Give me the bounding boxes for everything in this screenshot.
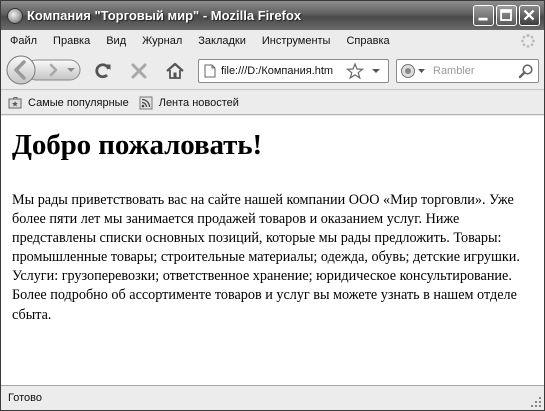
- status-bar: Готово: [1, 385, 544, 410]
- address-bar[interactable]: file:///D:/Компания.htm: [198, 59, 389, 83]
- browser-window: Компания "Торговый мир" - Mozilla Firefo…: [0, 0, 545, 411]
- minimize-button[interactable]: [473, 5, 494, 26]
- bookmark-folder-icon: [8, 96, 22, 108]
- forward-button[interactable]: [44, 61, 64, 79]
- page-heading: Добро пожаловать!: [12, 129, 263, 161]
- home-icon: [166, 62, 184, 79]
- menu-bar: Файл Правка Вид Журнал Закладки Инструме…: [1, 30, 544, 52]
- minimize-icon: [478, 17, 488, 21]
- home-button[interactable]: [164, 60, 186, 82]
- chevron-down-icon: [67, 68, 75, 72]
- reload-button[interactable]: [93, 61, 113, 81]
- menu-file[interactable]: Файл: [1, 35, 45, 47]
- history-dropdown-button[interactable]: [65, 65, 77, 75]
- navigation-toolbar: file:///D:/Компания.htm Rambler: [1, 52, 544, 90]
- throbber-icon: [521, 33, 535, 48]
- search-placeholder: Rambler: [433, 65, 475, 77]
- forward-arrow-icon: [49, 63, 58, 77]
- stop-button[interactable]: [129, 61, 149, 81]
- menu-help[interactable]: Справка: [338, 35, 397, 47]
- back-arrow-icon: [14, 60, 26, 80]
- bookmarks-toolbar: Самые популярные Лента новостей: [1, 91, 544, 115]
- menu-edit[interactable]: Правка: [45, 35, 98, 47]
- close-button[interactable]: [519, 5, 540, 26]
- close-icon: [523, 9, 535, 21]
- page-paragraph: Мы рады приветствовать вас на сайте наше…: [12, 192, 520, 323]
- url-text: file:///D:/Компания.htm: [221, 65, 334, 77]
- search-engine-selector[interactable]: [400, 63, 426, 79]
- url-actions: [346, 62, 380, 80]
- reload-icon: [95, 63, 111, 79]
- title-bar[interactable]: Компания "Торговый мир" - Mozilla Firefo…: [1, 1, 544, 30]
- bookmark-most-visited[interactable]: Самые популярные: [8, 96, 129, 110]
- resize-grip-icon[interactable]: [530, 396, 542, 408]
- star-icon: [346, 62, 365, 80]
- menu-bookmarks[interactable]: Закладки: [190, 35, 254, 47]
- maximize-icon: [500, 9, 512, 21]
- menu-history[interactable]: Журнал: [134, 35, 190, 47]
- window-title: Компания "Торговый мир" - Mozilla Firefo…: [27, 8, 302, 23]
- bookmark-most-visited-label: Самые популярные: [28, 96, 129, 109]
- bookmark-news-feed-label: Лента новостей: [158, 96, 239, 109]
- rss-feed-icon: [139, 96, 153, 109]
- url-dropdown-icon: [372, 69, 380, 73]
- page-content: Добро пожаловать! Мы рады приветствовать…: [1, 116, 544, 385]
- magnifier-icon[interactable]: [518, 63, 534, 79]
- back-button[interactable]: [6, 55, 36, 85]
- stop-icon: [131, 63, 147, 79]
- chevron-down-icon: [418, 69, 425, 73]
- status-text: Готово: [8, 392, 42, 404]
- search-bar[interactable]: Rambler: [396, 59, 539, 83]
- menu-tools[interactable]: Инструменты: [254, 35, 339, 47]
- window-controls: [473, 5, 540, 26]
- page-icon: [204, 64, 216, 78]
- maximize-button[interactable]: [496, 5, 517, 26]
- menu-view[interactable]: Вид: [98, 35, 134, 47]
- firefox-icon: [7, 7, 23, 24]
- bookmark-news-feed[interactable]: Лента новостей: [139, 96, 239, 110]
